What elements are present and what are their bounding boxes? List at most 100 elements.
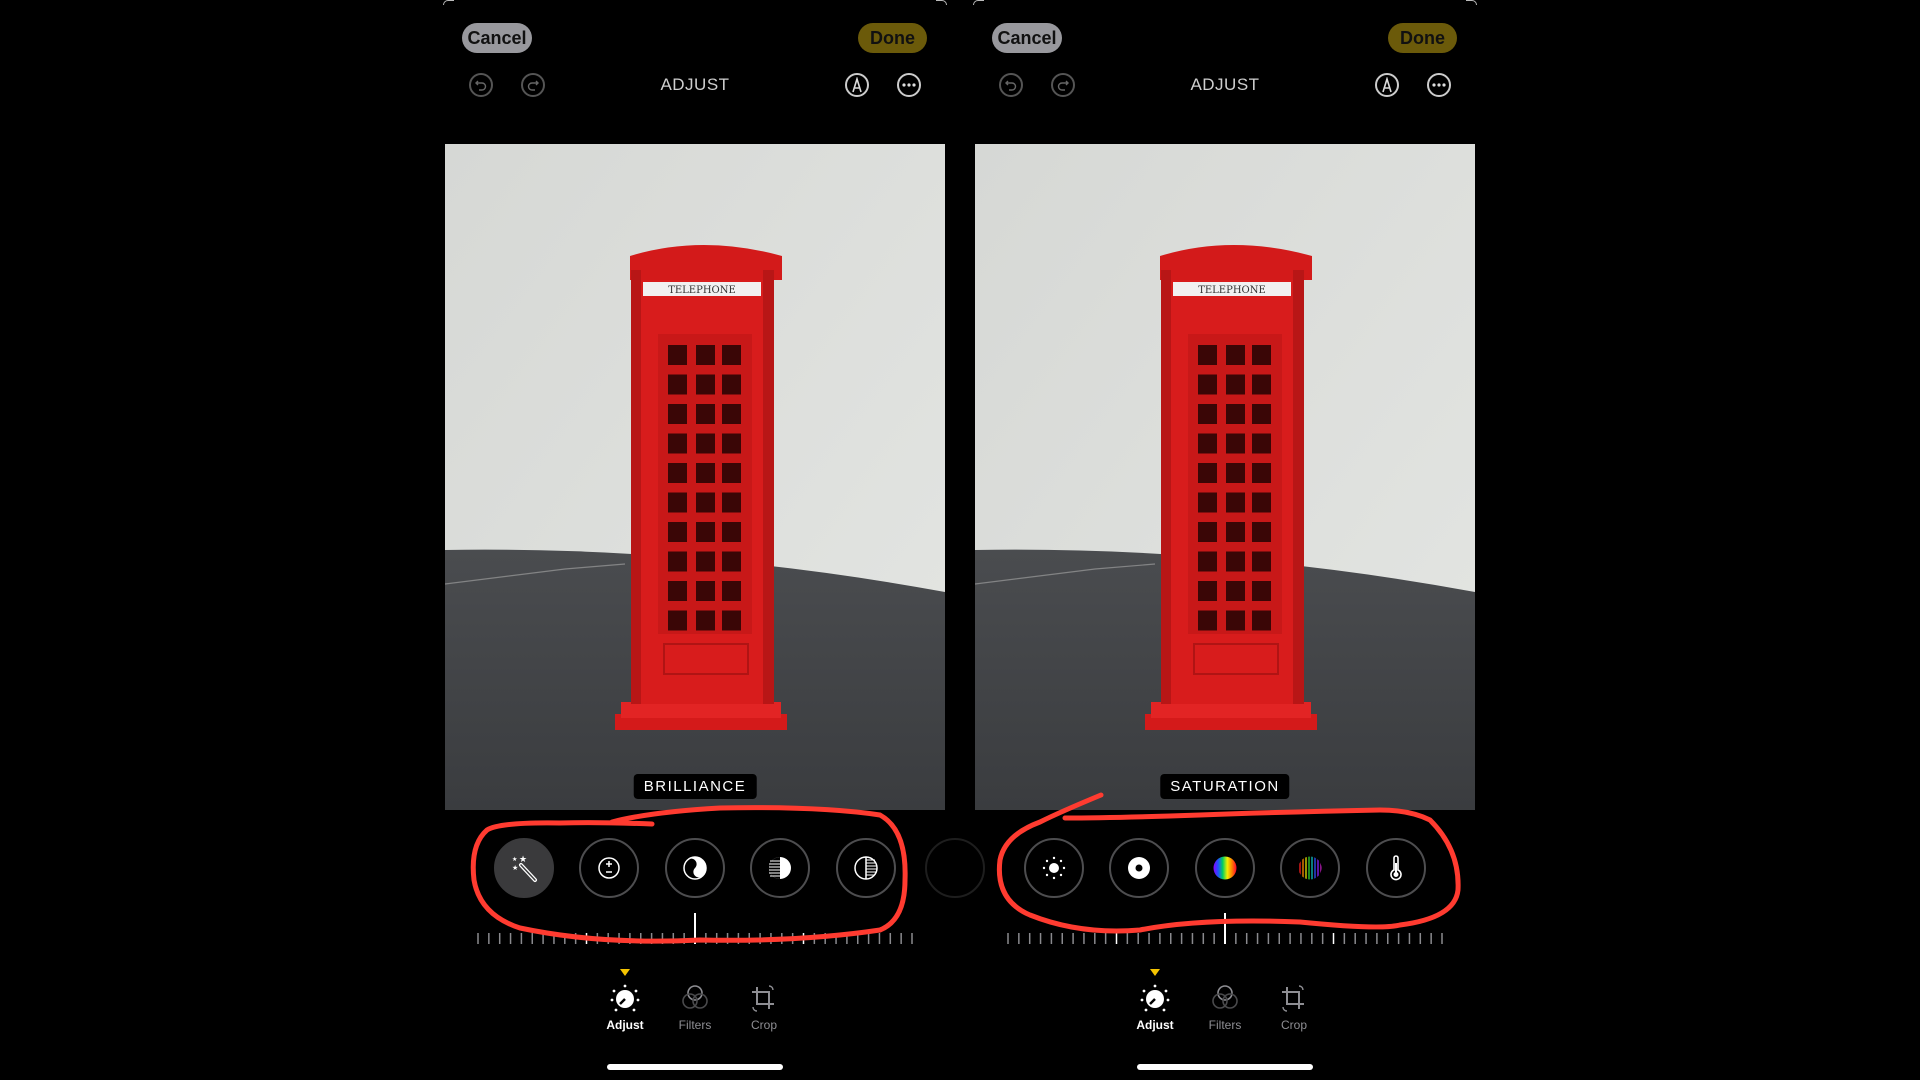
home-indicator[interactable] (1137, 1064, 1313, 1070)
booth-window-pane (1226, 345, 1245, 365)
booth-window-pane (1198, 345, 1217, 365)
tool-saturation[interactable] (1195, 838, 1255, 898)
cancel-button[interactable]: Cancel (462, 23, 532, 53)
booth-window-pane (1252, 374, 1271, 395)
booth-window-pane (1226, 463, 1245, 483)
tool-shadows[interactable] (836, 838, 896, 898)
tab-bar: Adjust Filters Crop (975, 965, 1475, 1035)
done-button[interactable]: Done (1388, 23, 1457, 53)
cancel-button[interactable]: Cancel (992, 23, 1062, 53)
svg-text:★: ★ (512, 856, 517, 863)
booth-sign-text: TELEPHONE (1198, 285, 1266, 296)
telephone-booth-photo: TELEPHONE (975, 144, 1475, 810)
sun-icon (1042, 856, 1066, 880)
tool-highlights[interactable] (750, 838, 810, 898)
tab-filters-label: Filters (1208, 1018, 1242, 1032)
booth-window-pane (696, 522, 715, 542)
adjust-slider[interactable] (975, 913, 1475, 945)
tool-auto-enhance[interactable]: ★ ★ ★ (494, 838, 554, 898)
shadows-icon (854, 856, 878, 880)
highlights-icon (769, 857, 791, 879)
tool-black-point[interactable] (1109, 838, 1169, 898)
parameter-label: BRILLIANCE (633, 774, 757, 799)
more-options-icon[interactable] (1427, 73, 1451, 97)
booth-window-pane (722, 404, 741, 424)
booth-window-pane (722, 433, 741, 454)
booth-window-pane (668, 610, 687, 631)
tab-filters[interactable]: Filters (660, 983, 730, 1032)
booth-window-pane (1198, 610, 1217, 631)
booth-window-pane (1252, 404, 1271, 424)
tool-brilliance[interactable] (665, 838, 725, 898)
booth-window-pane (1226, 522, 1245, 542)
booth-window-pane (668, 551, 687, 572)
markup-icon[interactable] (1375, 73, 1399, 97)
editor-panel-left: Cancel Done ADJUST TELEPHONE BRILLIANCE … (443, 0, 985, 1080)
tool-warmth[interactable] (1366, 838, 1426, 898)
booth-window-pane (722, 463, 741, 483)
booth-window-pane (1226, 610, 1245, 631)
tab-crop[interactable]: Crop (729, 983, 799, 1032)
markup-icon[interactable] (845, 73, 869, 97)
screen-corner (1466, 0, 1477, 5)
adjust-dial-icon (1140, 984, 1170, 1012)
booth-window-pane (668, 374, 687, 395)
saturation-icon (1213, 856, 1237, 880)
booth-window-pane (668, 522, 687, 542)
booth-window-pane (722, 610, 741, 631)
booth-window-pane (1252, 345, 1271, 365)
booth-window-pane (696, 463, 715, 483)
booth-window-pane (696, 581, 715, 601)
tool-exposure[interactable] (579, 838, 639, 898)
black-point-icon (1128, 857, 1150, 879)
booth-window-pane (696, 492, 715, 513)
booth-window-pane (1252, 463, 1271, 483)
booth-window-pane (696, 610, 715, 631)
tab-adjust-label: Adjust (1136, 1018, 1174, 1032)
tool-brightness[interactable] (1024, 838, 1084, 898)
yin-yang-icon (683, 856, 707, 880)
booth-window-pane (696, 345, 715, 365)
adjust-slider[interactable] (445, 913, 945, 945)
editor-panel-right: Cancel Done ADJUST TELEPHONE SATURATION … (973, 0, 1477, 1080)
booth-window-pane (668, 345, 687, 365)
screen-corner (973, 0, 984, 5)
booth-window-pane (1226, 374, 1245, 395)
tab-crop[interactable]: Crop (1259, 983, 1329, 1032)
booth-window-pane (668, 404, 687, 424)
more-options-icon[interactable] (897, 73, 921, 97)
booth-window-pane (696, 374, 715, 395)
photo-preview[interactable]: TELEPHONE (445, 144, 945, 810)
svg-text:★: ★ (519, 854, 527, 864)
tab-adjust[interactable]: Adjust (1120, 983, 1190, 1032)
magic-wand-icon: ★ ★ ★ (512, 854, 537, 882)
annotation-layer (470, 792, 1461, 944)
booth-window-pane (1198, 463, 1217, 483)
done-button[interactable]: Done (858, 23, 927, 53)
page-title: ADJUST (660, 75, 730, 94)
booth-window-pane (1252, 551, 1271, 572)
page-title: ADJUST (1190, 75, 1260, 94)
booth-window-pane (696, 551, 715, 572)
screen-corner (936, 0, 947, 5)
booth-window-pane (1198, 551, 1217, 572)
tab-crop-label: Crop (750, 1018, 777, 1032)
booth-window-pane (1252, 492, 1271, 513)
booth-window-pane (1226, 404, 1245, 424)
active-tab-indicator (620, 969, 630, 976)
booth-window-pane (1198, 492, 1217, 513)
home-indicator[interactable] (607, 1064, 783, 1070)
booth-window-pane (668, 433, 687, 454)
tab-adjust[interactable]: Adjust (590, 983, 660, 1032)
tab-filters[interactable]: Filters (1190, 983, 1260, 1032)
booth-window-pane (1198, 522, 1217, 542)
booth-window-pane (1198, 374, 1217, 395)
tool-vibrance[interactable] (1280, 838, 1340, 898)
tab-adjust-label: Adjust (606, 1018, 644, 1032)
booth-window-pane (722, 492, 741, 513)
booth-window-pane (722, 551, 741, 572)
crop-icon (1282, 985, 1304, 1012)
photo-preview[interactable]: TELEPHONE (975, 144, 1475, 810)
parameter-label: SATURATION (1160, 774, 1290, 799)
booth-window-pane (1252, 522, 1271, 542)
